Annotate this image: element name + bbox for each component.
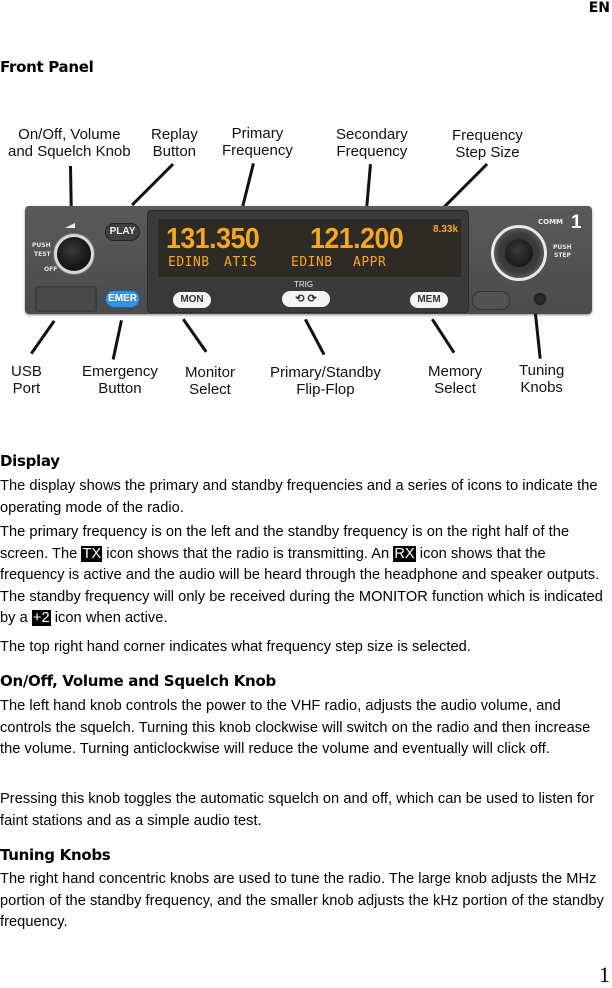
display-paragraph-1: The display shows the primary and standb… xyxy=(0,478,598,516)
radio-panel: PUSH TEST OFF PLAY EMER 131.350 121.200 … xyxy=(25,206,592,314)
monitor-select-button[interactable]: MON xyxy=(173,292,211,308)
text-run: icon shows that the radio is transmittin… xyxy=(102,545,394,562)
push-label: PUSH xyxy=(553,244,572,251)
primary-service: ATIS xyxy=(224,255,258,270)
off-label: OFF xyxy=(44,266,58,273)
onoff-paragraph-2: Pressing this knob toggles the automatic… xyxy=(0,791,595,829)
leader-line xyxy=(304,318,326,356)
display-paragraph-3: The top right hand corner indicates what… xyxy=(0,639,471,655)
monitor-icon: +2 xyxy=(31,610,51,626)
callout-emergency-button: Emergency Button xyxy=(82,363,158,397)
leader-line xyxy=(534,313,542,359)
standby-frequency: 121.200 xyxy=(310,223,404,255)
text-run: icon when active. xyxy=(50,610,168,626)
section-heading-onoff: On/Off, Volume and Squelch Knob xyxy=(0,672,276,690)
primary-station: EDINB xyxy=(168,255,210,270)
leader-line xyxy=(440,163,489,212)
comm-badge: COMM 1 xyxy=(532,212,588,237)
play-button[interactable]: PLAY xyxy=(105,223,140,241)
callout-primary-frequency: Primary Frequency xyxy=(222,125,293,159)
callout-monitor-select: Monitor Select xyxy=(185,364,236,398)
display-screen: 131.350 121.200 8.33k EDINB ATIS EDINB A… xyxy=(158,219,461,277)
callout-replay-button: Replay Button xyxy=(151,126,198,160)
onoff-paragraph-1: The left hand knob controls the power to… xyxy=(0,698,591,757)
test-label: TEST xyxy=(34,251,51,258)
volume-squelch-knob[interactable] xyxy=(54,234,94,274)
memory-select-button[interactable]: MEM xyxy=(410,292,448,308)
push-label: PUSH xyxy=(32,242,51,249)
callout-usb-port: USB Port xyxy=(11,363,42,397)
photocell-sensor xyxy=(534,293,546,305)
flip-flop-button[interactable]: ⟲ ⟳ xyxy=(282,291,330,307)
inner-tuning-knob[interactable] xyxy=(505,239,533,267)
front-panel-figure: On/Off, Volume and Squelch Knob Replay B… xyxy=(0,118,612,408)
leader-line xyxy=(431,318,456,354)
rx-icon: RX xyxy=(393,545,416,562)
page-title: Front Panel xyxy=(0,58,94,76)
leader-line xyxy=(30,320,56,355)
primary-frequency: 131.350 xyxy=(166,223,260,255)
callout-flip-flop: Primary/Standby Flip-Flop xyxy=(270,364,381,398)
display-frame: 131.350 121.200 8.33k EDINB ATIS EDINB A… xyxy=(147,210,469,313)
comm-label: COMM xyxy=(538,218,564,226)
callout-memory-select: Memory Select xyxy=(428,363,483,397)
emergency-button[interactable]: EMER xyxy=(105,290,140,308)
blank-button[interactable] xyxy=(472,291,510,310)
section-heading-tuning: Tuning Knobs xyxy=(0,846,111,864)
standby-service: APPR xyxy=(353,255,387,270)
language-indicator: EN xyxy=(588,0,610,16)
step-label: STEP xyxy=(554,252,571,259)
leader-line xyxy=(111,320,123,360)
tuning-paragraph-1: The right hand concentric knobs are used… xyxy=(0,871,604,930)
page-number: 1 xyxy=(599,962,610,987)
callout-tuning-knobs: Tuning Knobs xyxy=(519,362,565,396)
display-paragraph-2: The primary frequency is on the left and… xyxy=(0,522,612,630)
section-heading-display: Display xyxy=(0,452,60,470)
callout-step-size: Frequency Step Size xyxy=(452,127,523,161)
brand-logo: TRIG xyxy=(294,280,314,289)
knob-indicator-icon xyxy=(65,223,75,228)
leader-line xyxy=(130,163,175,207)
tx-icon: TX xyxy=(81,545,103,562)
standby-station: EDINB xyxy=(291,255,333,270)
step-size-indicator: 8.33k xyxy=(433,224,459,235)
callout-secondary-frequency: Secondary Frequency xyxy=(336,126,408,160)
comm-number: 1 xyxy=(571,212,582,233)
usb-port[interactable] xyxy=(35,286,97,312)
swap-icon: ⟲ ⟳ xyxy=(295,293,317,305)
callout-onoff-knob: On/Off, Volume and Squelch Knob xyxy=(8,126,131,160)
leader-line xyxy=(182,318,208,353)
